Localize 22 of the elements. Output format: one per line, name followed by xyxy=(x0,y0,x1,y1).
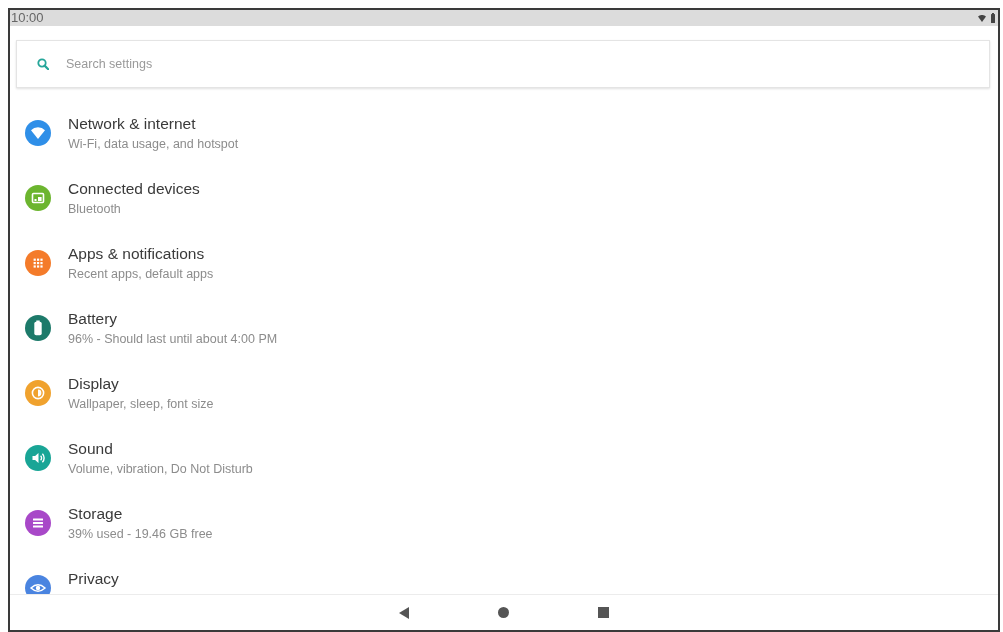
setting-summary: 96% - Should last until about 4:00 PM xyxy=(68,331,278,347)
search-icon xyxy=(37,58,49,70)
setting-summary: Volume, vibration, Do Not Disturb xyxy=(68,461,253,477)
setting-title[interactable]: Apps & notifications xyxy=(68,244,214,264)
setting-summary: 39% used - 19.46 GB free xyxy=(68,526,213,542)
setting-title[interactable]: Sound xyxy=(68,439,253,459)
status-time: 10:00 xyxy=(11,10,44,26)
setting-title[interactable]: Privacy xyxy=(68,569,119,589)
setting-title[interactable]: Storage xyxy=(68,504,213,524)
wifi-icon xyxy=(978,14,986,22)
home-icon[interactable] xyxy=(498,607,509,618)
setting-summary: Recent apps, default apps xyxy=(68,266,214,282)
back-icon[interactable] xyxy=(399,606,409,619)
setting-summary: Wi-Fi, data usage, and hotspot xyxy=(68,136,239,152)
setting-title[interactable]: Network & internet xyxy=(68,114,239,134)
setting-summary: Bluetooth xyxy=(68,201,122,217)
setting-title[interactable]: Battery xyxy=(68,309,278,329)
setting-title[interactable]: Display xyxy=(68,374,214,394)
battery-icon xyxy=(991,13,995,23)
setting-title[interactable]: Connected devices xyxy=(68,179,200,199)
setting-summary: Wallpaper, sleep, font size xyxy=(68,396,214,412)
search-field[interactable]: Search settings xyxy=(66,56,366,72)
